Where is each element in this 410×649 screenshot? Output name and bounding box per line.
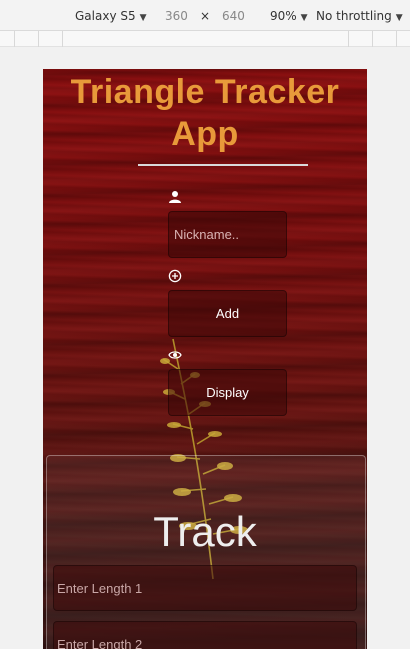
- nickname-input[interactable]: Nickname..: [168, 211, 287, 258]
- height-field[interactable]: 640: [222, 9, 245, 23]
- device-select[interactable]: Galaxy S5 ▼: [75, 9, 147, 23]
- throttle-label: No throttling: [316, 9, 392, 23]
- app-title: Triangle Tracker App: [70, 73, 340, 153]
- length2-input[interactable]: Enter Length 2: [53, 621, 357, 649]
- zoom-label: 90%: [270, 9, 297, 23]
- title-divider: [138, 164, 308, 166]
- length1-placeholder: Enter Length 1: [57, 580, 143, 596]
- device-viewport: Triangle Tracker App Nickname.. Add Disp…: [43, 69, 367, 649]
- add-button[interactable]: Add: [168, 290, 287, 337]
- track-title: Track: [153, 508, 257, 555]
- length1-input[interactable]: Enter Length 1: [53, 565, 357, 611]
- length2-placeholder: Enter Length 2: [57, 636, 143, 649]
- times-separator: ×: [200, 9, 211, 23]
- eye-icon: [168, 351, 182, 359]
- person-icon: [169, 191, 181, 203]
- plus-circle-icon: [168, 269, 182, 283]
- media-query-ruler: [0, 31, 410, 47]
- device-label: Galaxy S5: [75, 9, 136, 23]
- add-button-label: Add: [215, 306, 240, 321]
- chevron-down-icon: ▼: [395, 13, 403, 23]
- width-field[interactable]: 360: [165, 9, 188, 23]
- devtools-toolbar: Galaxy S5 ▼ 360 × 640 90% ▼ No throttling ▼: [0, 0, 410, 31]
- display-button[interactable]: Display: [168, 369, 287, 416]
- throttle-select[interactable]: No throttling ▼: [316, 9, 403, 23]
- chevron-down-icon: ▼: [139, 13, 147, 23]
- display-button-label: Display: [206, 385, 249, 400]
- chevron-down-icon: ▼: [300, 13, 308, 23]
- zoom-select[interactable]: 90% ▼: [270, 9, 308, 23]
- nickname-placeholder: Nickname..: [174, 227, 240, 242]
